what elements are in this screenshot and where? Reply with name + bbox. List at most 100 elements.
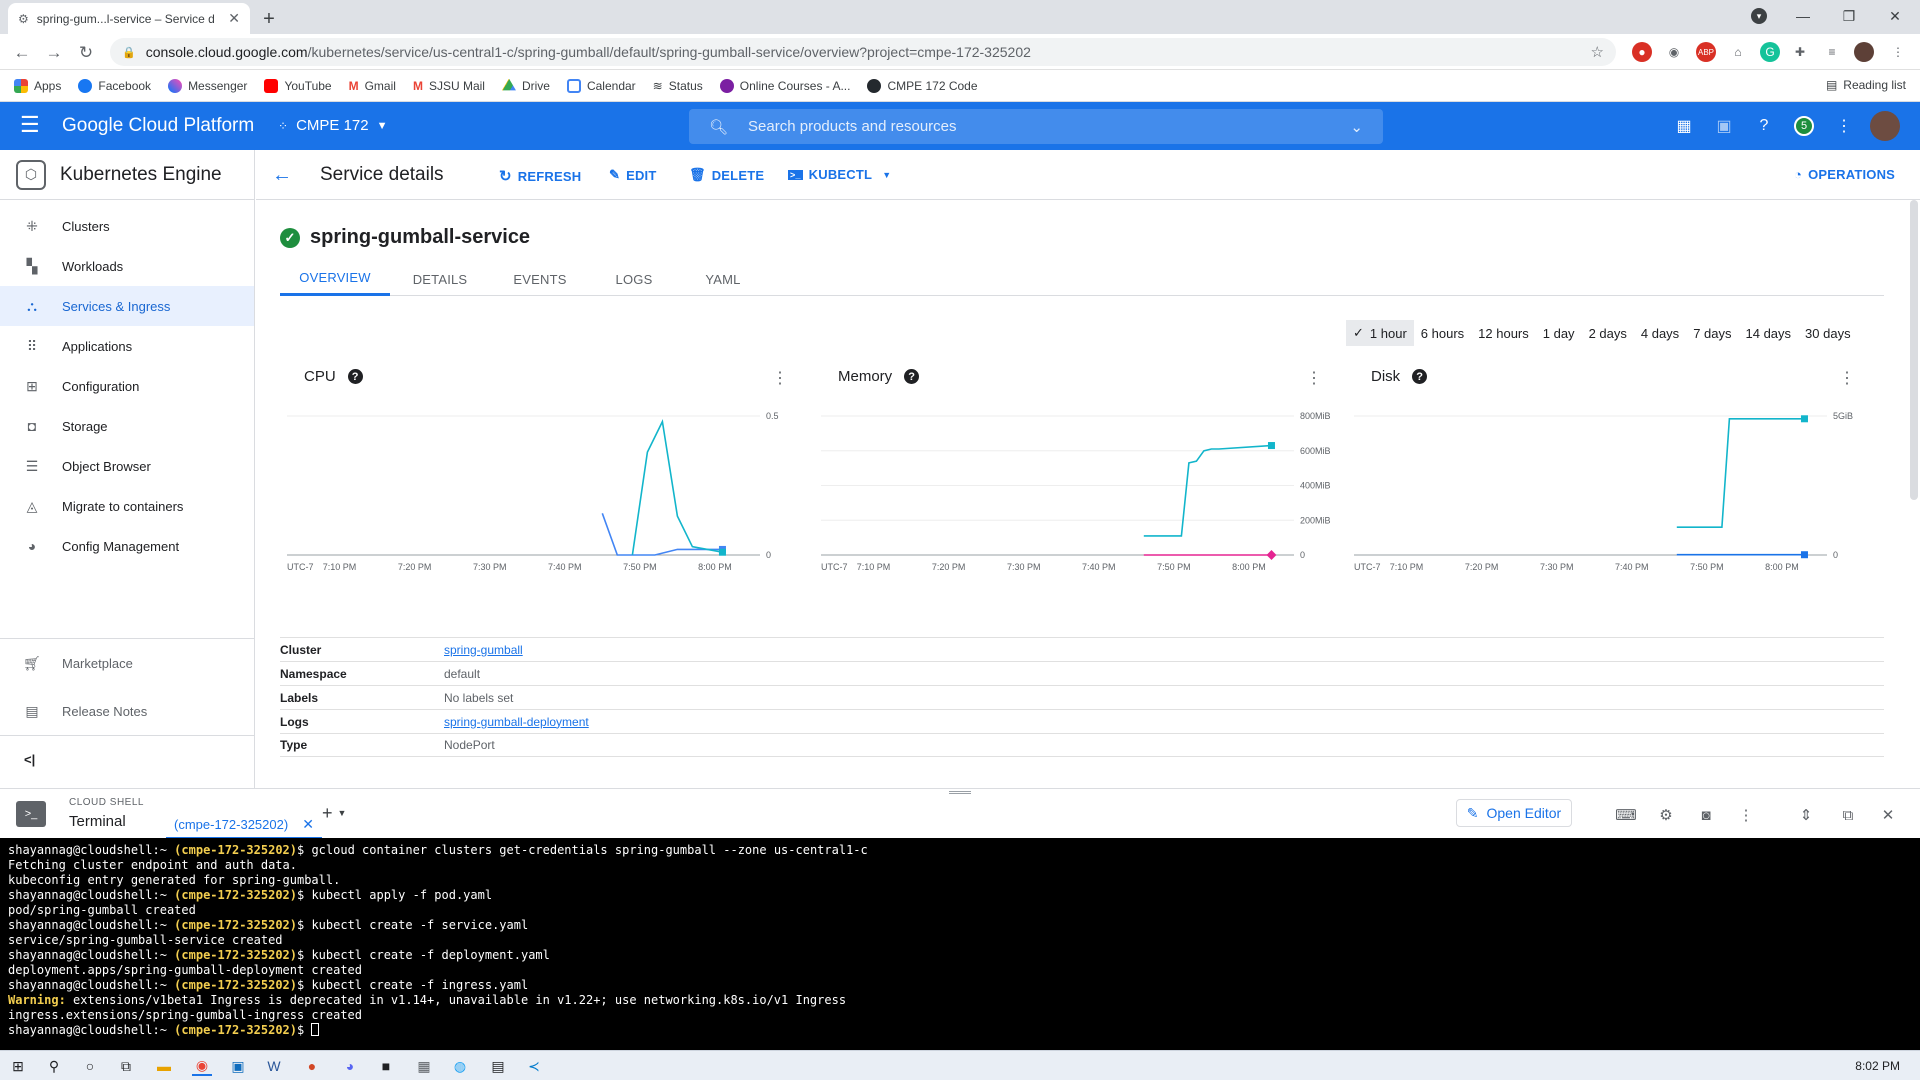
- extensions-puzzle-icon[interactable]: ✚: [1790, 42, 1810, 62]
- bookmark-drive[interactable]: Drive: [501, 78, 550, 93]
- browser-menu-icon[interactable]: ⋮: [1888, 42, 1908, 62]
- search-expand-chevron-icon[interactable]: ⌄: [1350, 118, 1363, 136]
- account-avatar[interactable]: [1870, 111, 1900, 141]
- range-30-days[interactable]: 30 days: [1798, 320, 1858, 346]
- store-icon[interactable]: ▣: [228, 1056, 248, 1076]
- sidebar-item-release-notes[interactable]: ▤ Release Notes: [0, 687, 254, 735]
- tab-yaml[interactable]: YAML: [678, 262, 768, 296]
- bookmark-cmpe-172-code[interactable]: CMPE 172 Code: [867, 78, 978, 93]
- open-editor-button[interactable]: ✎ Open Editor: [1456, 799, 1572, 827]
- url-field[interactable]: 🔒 console.cloud.google.com/kubernetes/se…: [110, 38, 1616, 66]
- more-vert-icon[interactable]: ⋮: [1834, 116, 1854, 136]
- sidebar-item-clusters[interactable]: ⁜ Clusters: [0, 206, 254, 246]
- sidebar-item-storage[interactable]: ◘ Storage: [0, 406, 254, 446]
- main-scrollbar[interactable]: [1910, 200, 1918, 500]
- bookmark-gmail[interactable]: M Gmail: [349, 79, 396, 93]
- sidebar-item-object-browser[interactable]: ☰ Object Browser: [0, 446, 254, 486]
- tab-logs[interactable]: LOGS: [590, 262, 678, 296]
- sidebar-item-configuration[interactable]: ⊞ Configuration: [0, 366, 254, 406]
- new-tab-button[interactable]: +: [256, 6, 282, 32]
- bookmark-star-icon[interactable]: ☆: [1591, 43, 1604, 61]
- sidebar-item-config-management[interactable]: ◕ Config Management: [0, 526, 254, 566]
- keyboard-icon[interactable]: ⌨: [1615, 805, 1637, 825]
- browser-tab[interactable]: ⚙ spring-gum...l-service – Service d ✕: [8, 3, 250, 34]
- profile-menu-icon[interactable]: ▾: [1736, 0, 1782, 32]
- cloud-shell-icon[interactable]: ▣: [1714, 116, 1734, 136]
- bookmark-status[interactable]: ≋ Status: [653, 79, 703, 93]
- hamburger-menu-icon[interactable]: ☰: [20, 114, 42, 137]
- refresh-button[interactable]: ↻ REFRESH: [499, 167, 581, 185]
- vscode-icon[interactable]: ≺: [524, 1056, 544, 1076]
- sidebar-item-workloads[interactable]: ▚ Workloads: [0, 246, 254, 286]
- gift-icon[interactable]: ▦: [1674, 116, 1694, 136]
- terminal-output[interactable]: shayannag@cloudshell:~ (cmpe-172-325202)…: [0, 838, 1920, 1050]
- close-icon[interactable]: ✕: [302, 816, 314, 833]
- cortana-icon[interactable]: ○: [80, 1056, 100, 1076]
- add-session-button[interactable]: + ▼: [322, 803, 346, 824]
- discord-icon[interactable]: ◕: [340, 1056, 360, 1076]
- adblock-icon[interactable]: ABP: [1696, 42, 1716, 62]
- extension-red-icon[interactable]: ●: [1632, 42, 1652, 62]
- task-view-icon[interactable]: ⧉: [116, 1056, 136, 1076]
- range-6-hours[interactable]: 6 hours: [1414, 320, 1471, 346]
- sidebar-item-applications[interactable]: ⠿ Applications: [0, 326, 254, 366]
- minimize-shell-icon[interactable]: ⇕: [1796, 805, 1816, 825]
- window-close-icon[interactable]: ✕: [1872, 0, 1918, 32]
- close-tab-icon[interactable]: ✕: [228, 10, 240, 27]
- bookmark-messenger[interactable]: Messenger: [168, 78, 247, 93]
- home-icon[interactable]: ⌂: [1728, 42, 1748, 62]
- bookmark-calendar[interactable]: Calendar: [566, 78, 636, 93]
- range-12-hours[interactable]: 12 hours: [1471, 320, 1536, 346]
- word-icon[interactable]: W: [264, 1056, 284, 1076]
- terminal-app-icon[interactable]: ■: [376, 1056, 396, 1076]
- close-shell-icon[interactable]: ✕: [1878, 805, 1898, 825]
- resize-handle[interactable]: [949, 791, 971, 794]
- minimize-icon[interactable]: —: [1780, 0, 1826, 32]
- media-controls-icon[interactable]: ≡: [1822, 42, 1842, 62]
- bookmark-online-courses[interactable]: Online Courses - A...: [719, 78, 850, 93]
- tab-events[interactable]: EVENTS: [490, 262, 590, 296]
- profile-avatar-icon[interactable]: [1854, 42, 1874, 62]
- operations-button[interactable]: ◔ OPERATIONS: [1794, 167, 1895, 182]
- tab-details[interactable]: DETAILS: [390, 262, 490, 296]
- search-box[interactable]: 🔍︎ Search products and resources ⌄: [689, 109, 1383, 144]
- edit-button[interactable]: ✎ EDIT: [609, 167, 657, 183]
- range-1-day[interactable]: 1 day: [1536, 320, 1582, 346]
- back-button[interactable]: ←: [272, 164, 292, 187]
- back-arrow-icon[interactable]: ←: [10, 41, 34, 65]
- reading-list[interactable]: ▤ Reading list: [1826, 78, 1906, 92]
- more-vert-icon[interactable]: ⋮: [1736, 805, 1756, 825]
- sidebar-item-services-ingress[interactable]: ⛬ Services & Ingress: [0, 286, 254, 326]
- grammarly-icon[interactable]: G: [1760, 42, 1780, 62]
- restore-icon[interactable]: ❐: [1826, 0, 1872, 32]
- collapse-sidebar-button[interactable]: <|: [0, 735, 254, 783]
- shell-session-tab[interactable]: (cmpe-172-325202) ✕: [166, 811, 322, 839]
- sidebar-item-migrate[interactable]: ◬ Migrate to containers: [0, 486, 254, 526]
- project-selector[interactable]: ⁘ CMPE 172 ▼: [278, 117, 388, 134]
- bookmark-facebook[interactable]: Facebook: [78, 78, 151, 93]
- forward-arrow-icon[interactable]: →: [42, 41, 66, 65]
- powerpoint-icon[interactable]: ●: [302, 1056, 322, 1076]
- settings-gear-icon[interactable]: ⚙: [1656, 805, 1676, 825]
- range-4-days[interactable]: 4 days: [1634, 320, 1686, 346]
- search-icon[interactable]: ⚲: [44, 1056, 64, 1076]
- range-7-days[interactable]: 7 days: [1686, 320, 1738, 346]
- windows-start-icon[interactable]: ⊞: [8, 1056, 28, 1076]
- messenger-app-icon[interactable]: ◍: [450, 1056, 470, 1076]
- bookmark-sjsu-mail[interactable]: M SJSU Mail: [413, 79, 485, 93]
- file-explorer-icon[interactable]: ▬: [154, 1056, 174, 1076]
- help-icon[interactable]: ?: [1754, 116, 1774, 136]
- notifications-badge[interactable]: 5: [1794, 116, 1814, 136]
- taskbar-clock[interactable]: 8:02 PM: [1855, 1059, 1900, 1073]
- delete-button[interactable]: 🗑︎ DELETE: [689, 167, 764, 183]
- gcp-title[interactable]: Google Cloud Platform: [62, 115, 254, 137]
- open-new-window-icon[interactable]: ⧉: [1838, 805, 1858, 825]
- notes-app-icon[interactable]: ▤: [488, 1056, 508, 1076]
- logs-link[interactable]: spring-gumball-deployment: [444, 715, 589, 729]
- camera-extension-icon[interactable]: ◉: [1664, 42, 1684, 62]
- reload-icon[interactable]: ↻: [74, 41, 98, 65]
- range-2-days[interactable]: 2 days: [1582, 320, 1634, 346]
- range-14-days[interactable]: 14 days: [1739, 320, 1799, 346]
- bookmark-youtube[interactable]: YouTube: [264, 78, 332, 93]
- calculator-icon[interactable]: ▦: [414, 1056, 434, 1076]
